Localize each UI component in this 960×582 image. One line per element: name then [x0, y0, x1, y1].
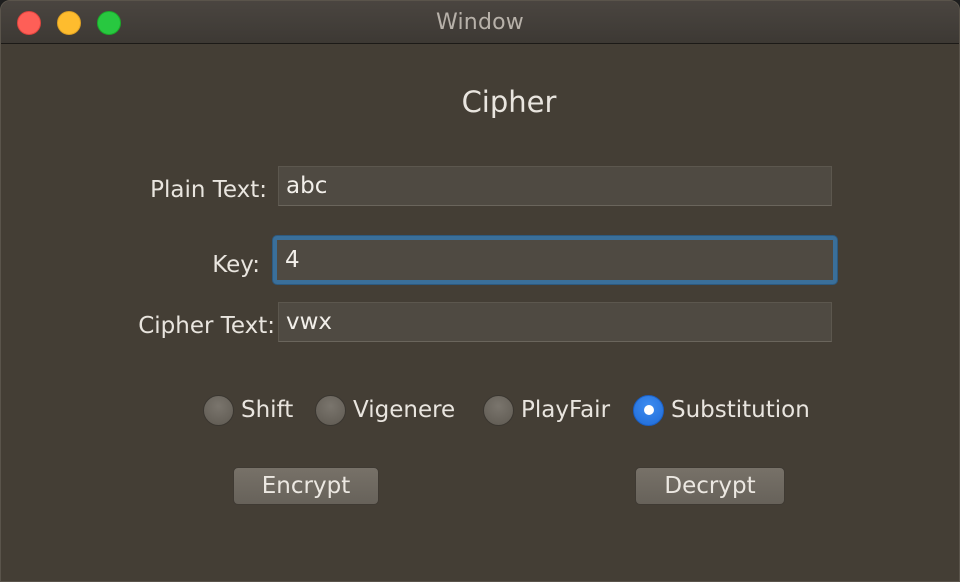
plain-text-label: Plain Text: [150, 177, 267, 203]
radio-circle-icon[interactable] [483, 394, 514, 426]
key-input[interactable] [273, 236, 837, 284]
decrypt-button[interactable]: Decrypt [635, 467, 785, 505]
radio-selected-icon[interactable] [633, 394, 664, 426]
cipher-window: Window Cipher Plain Text: Key: Cipher Te… [0, 0, 960, 582]
title-bar[interactable]: Window [1, 1, 959, 44]
cipher-text-label: Cipher Text: [138, 313, 275, 339]
radio-substitution[interactable]: Substitution [633, 392, 810, 428]
radio-label: Shift [241, 397, 294, 423]
radio-label: Vigenere [353, 397, 456, 423]
cipher-text-input[interactable] [278, 302, 832, 342]
radio-circle-icon[interactable] [203, 394, 234, 426]
radio-vigenere[interactable]: Vigenere [315, 392, 455, 428]
window-title: Window [436, 10, 524, 35]
radio-label: Substitution [671, 397, 810, 423]
encrypt-button[interactable]: Encrypt [233, 467, 379, 505]
plain-text-input[interactable] [278, 166, 832, 206]
radio-circle-icon[interactable] [315, 394, 346, 426]
key-label: Key: [212, 252, 260, 278]
page-title: Cipher [461, 85, 557, 119]
radio-label: PlayFair [521, 397, 611, 423]
radio-playfair[interactable]: PlayFair [483, 392, 610, 428]
radio-shift[interactable]: Shift [203, 392, 293, 428]
